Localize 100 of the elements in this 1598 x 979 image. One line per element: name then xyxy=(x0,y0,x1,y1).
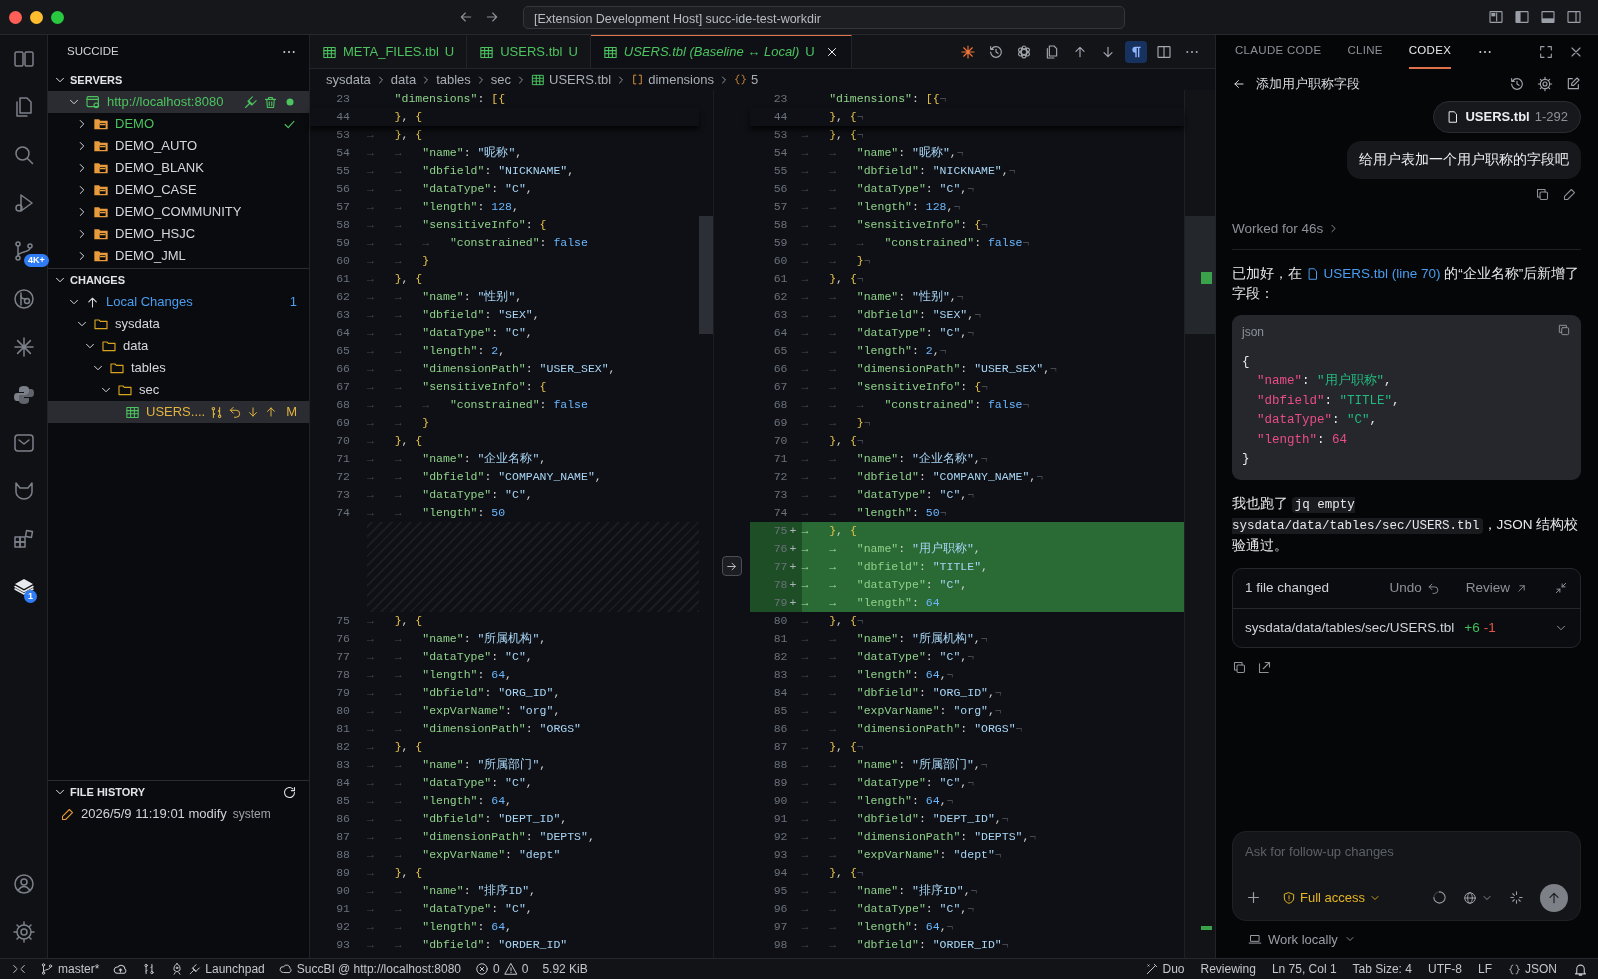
panel-tab[interactable]: CLINE xyxy=(1347,35,1383,69)
extensions-icon[interactable] xyxy=(11,527,36,551)
panel-tab[interactable]: CODEX xyxy=(1408,35,1452,69)
scrollbar-thumb[interactable] xyxy=(698,216,713,334)
status-item[interactable]: UTF-8 xyxy=(1427,960,1462,978)
refresh-icon[interactable] xyxy=(282,784,297,800)
discard-icon[interactable] xyxy=(228,405,243,419)
remote-icon[interactable] xyxy=(12,962,26,976)
mail-icon[interactable] xyxy=(11,431,36,455)
bell-icon[interactable] xyxy=(1573,961,1588,977)
review-button[interactable]: Review xyxy=(1465,578,1528,599)
tree-item[interactable]: sec xyxy=(48,379,309,401)
history-entry[interactable]: 2026/5/9 11:19:01 modify xyxy=(81,804,227,824)
breadcrumb-item[interactable]: sysdata xyxy=(326,69,371,90)
section-header[interactable]: CHANGES xyxy=(48,269,309,291)
new-chat-icon[interactable] xyxy=(1565,76,1581,92)
status-item[interactable]: 5.92 KiB xyxy=(542,960,588,978)
panel-tab[interactable]: CLAUDE CODE xyxy=(1235,35,1322,69)
send-button[interactable] xyxy=(1540,883,1568,912)
settings-icon[interactable] xyxy=(1537,76,1553,92)
file-link[interactable]: USERS.tbl (line 70) xyxy=(1305,266,1441,281)
python-icon[interactable] xyxy=(11,383,36,407)
copy-icon[interactable] xyxy=(1232,659,1247,675)
tree-item[interactable]: DEMO_BLANK xyxy=(48,157,309,179)
knot-icon[interactable] xyxy=(1016,43,1032,60)
status-item[interactable]: Ln 75, Col 1 xyxy=(1271,960,1337,978)
sidebar-toggle-icon[interactable] xyxy=(1514,9,1530,25)
history-icon[interactable] xyxy=(1509,76,1525,92)
panel-toggle-icon[interactable] xyxy=(1540,9,1556,25)
revert-block-button[interactable] xyxy=(721,556,742,576)
tree-item[interactable]: DEMO_CASE xyxy=(48,179,309,201)
account-icon[interactable] xyxy=(11,872,36,896)
section-header[interactable]: FILE HISTORY xyxy=(48,781,309,803)
share-icon[interactable] xyxy=(1257,659,1272,675)
tree-item[interactable]: DEMO_COMMUNITY xyxy=(48,201,309,223)
close-window-button[interactable] xyxy=(9,10,22,24)
tree-item[interactable]: Local Changes 1 xyxy=(48,291,309,313)
warning-count[interactable]: 0 xyxy=(521,960,529,978)
sparkle-icon[interactable] xyxy=(1509,890,1524,905)
copy-icon[interactable] xyxy=(1557,322,1571,337)
worked-toggle[interactable]: Worked for 46s xyxy=(1232,218,1581,250)
edit-icon[interactable] xyxy=(1562,186,1577,202)
undo-button[interactable]: Undo xyxy=(1389,578,1440,599)
plus-icon[interactable] xyxy=(1245,889,1262,906)
editor-tab[interactable]: USERS.tbl (Baseline ↔ Local) U xyxy=(590,35,852,68)
connect-icon[interactable] xyxy=(243,94,258,110)
changed-file[interactable]: sysdata/data/tables/sec/USERS.tbl xyxy=(1245,617,1455,638)
history-icon[interactable] xyxy=(988,43,1004,60)
copy-icon[interactable] xyxy=(1535,186,1550,202)
launchpad-item[interactable]: Launchpad xyxy=(205,960,265,978)
minimize-window-button[interactable] xyxy=(30,10,43,24)
command-center[interactable]: [Extension Development Host] succ-ide-test-workdir xyxy=(523,5,1125,29)
maximize-window-button[interactable] xyxy=(51,10,64,24)
error-count[interactable]: 0 xyxy=(493,960,500,978)
back-icon[interactable] xyxy=(1232,77,1246,91)
secondary-sidebar-toggle-icon[interactable] xyxy=(1566,9,1582,25)
back-icon[interactable] xyxy=(458,9,474,25)
tree-item[interactable]: DEMO_HSJC xyxy=(48,223,309,245)
breadcrumb-item[interactable]: data xyxy=(390,69,417,90)
branch-name[interactable]: master* xyxy=(58,960,100,978)
tree-item[interactable]: DEMO_JML xyxy=(48,245,309,267)
server-status[interactable]: SuccBI @ http://localhost:8080 xyxy=(296,960,461,978)
follow-up-input[interactable]: Ask for follow-up changes xyxy=(1245,841,1568,861)
tree-item[interactable]: data xyxy=(48,335,309,357)
settings-icon[interactable] xyxy=(11,920,36,944)
whitespace-toggle[interactable] xyxy=(1125,40,1147,63)
model-dropdown[interactable] xyxy=(1463,890,1493,905)
breadcrumb-item[interactable]: sec xyxy=(490,69,512,90)
tree-item[interactable]: http://localhost:8080 xyxy=(48,91,309,113)
status-item[interactable]: Duo xyxy=(1162,960,1185,978)
access-dropdown[interactable]: Full access xyxy=(1278,887,1386,908)
delete-icon[interactable] xyxy=(263,94,278,110)
asterisk-icon[interactable] xyxy=(960,43,976,60)
scrollbar-thumb[interactable] xyxy=(1185,216,1215,334)
asterisk-icon[interactable] xyxy=(11,335,36,359)
maximize-icon[interactable] xyxy=(1538,44,1554,60)
section-header[interactable]: SERVERS xyxy=(48,69,309,91)
files-icon[interactable] xyxy=(1044,43,1060,60)
breadcrumb-item[interactable]: USERS.tbl xyxy=(549,69,612,90)
editor-tab[interactable]: META_FILES.tbl U xyxy=(310,35,468,68)
git-graph-icon[interactable] xyxy=(11,287,36,311)
tree-item[interactable]: DEMO_AUTO xyxy=(48,135,309,157)
breadcrumb-item[interactable]: 5 xyxy=(750,69,759,90)
status-item[interactable]: Reviewing xyxy=(1200,960,1256,978)
context-chip[interactable]: USERS.tbl 1-292 xyxy=(1433,101,1581,133)
collapse-icon[interactable] xyxy=(1554,581,1568,596)
status-item[interactable]: LF xyxy=(1477,960,1492,978)
tree-item[interactable]: USERS.... M xyxy=(48,401,309,423)
tree-item[interactable]: tables xyxy=(48,357,309,379)
breadcrumb-item[interactable]: dimensions xyxy=(648,69,714,90)
tree-item[interactable]: DEMO xyxy=(48,113,309,135)
editor-tab[interactable]: USERS.tbl U xyxy=(467,35,591,68)
forward-icon[interactable] xyxy=(484,9,500,25)
split-editor-icon[interactable] xyxy=(1156,43,1172,60)
language-mode[interactable]: JSON xyxy=(1525,960,1557,978)
layout-icon[interactable] xyxy=(1488,9,1504,25)
compare-icon[interactable] xyxy=(142,962,157,976)
tree-item[interactable]: sysdata xyxy=(48,313,309,335)
status-item[interactable]: Tab Size: 4 xyxy=(1352,960,1412,978)
work-mode-dropdown[interactable]: Work locally xyxy=(1248,929,1356,949)
